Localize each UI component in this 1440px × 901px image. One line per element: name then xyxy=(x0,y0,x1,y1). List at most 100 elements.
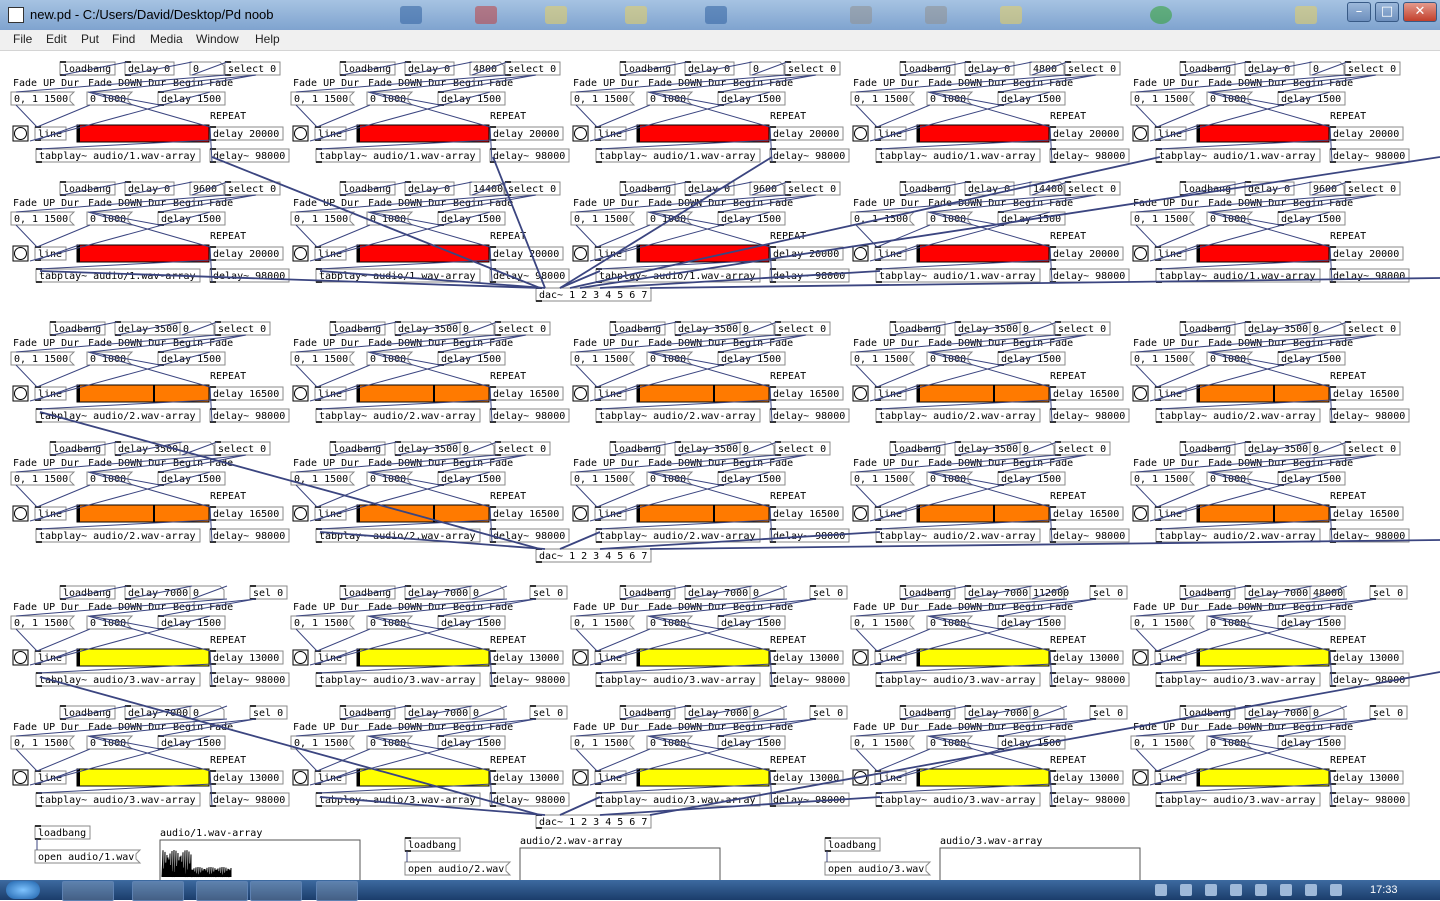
menu-file[interactable]: File xyxy=(13,32,32,46)
bang-button-frame[interactable] xyxy=(572,505,589,522)
bang-button-frame[interactable] xyxy=(1132,769,1149,786)
menu-put[interactable]: Put xyxy=(81,32,99,46)
menu-window[interactable]: Window xyxy=(196,32,239,46)
volume-slider[interactable] xyxy=(916,648,1050,667)
select-object-inlet xyxy=(810,585,816,587)
tray-security-icon[interactable] xyxy=(1255,884,1267,896)
volume-slider[interactable] xyxy=(76,244,210,263)
volume-slider[interactable] xyxy=(636,124,770,143)
background-window-icon xyxy=(545,6,567,24)
select-object: sel 0 xyxy=(1093,708,1123,719)
menu-edit[interactable]: Edit xyxy=(46,32,67,46)
volume-slider[interactable] xyxy=(636,504,770,523)
volume-slider[interactable] xyxy=(916,244,1050,263)
bang-button-frame[interactable] xyxy=(292,125,309,142)
array-graph[interactable] xyxy=(519,847,721,880)
volume-slider[interactable] xyxy=(76,768,210,787)
fade-down-label: Fade DOWN Dur xyxy=(928,458,1006,469)
volume-slider[interactable] xyxy=(76,648,210,667)
volume-slider[interactable] xyxy=(1196,384,1330,403)
tray-power-icon[interactable] xyxy=(1305,884,1317,896)
connection xyxy=(596,364,651,388)
array-graph[interactable] xyxy=(939,847,1141,880)
volume-slider[interactable] xyxy=(636,768,770,787)
bang-button-frame[interactable] xyxy=(572,125,589,142)
connection xyxy=(1135,104,1158,128)
array-name-label: audio/1.wav-array xyxy=(160,828,262,839)
menu-media[interactable]: Media xyxy=(150,32,183,46)
tray-bluetooth-icon[interactable] xyxy=(1180,884,1192,896)
tray-flag-icon[interactable] xyxy=(1230,884,1242,896)
bang-button-frame[interactable] xyxy=(852,125,869,142)
bang-button-frame[interactable] xyxy=(292,769,309,786)
tray-display-icon[interactable] xyxy=(1280,884,1292,896)
patch-canvas[interactable]: loadbangdelay 00select 0Fade UP DurFade … xyxy=(0,51,1440,880)
bang-button-frame[interactable] xyxy=(852,505,869,522)
bang-button-frame[interactable] xyxy=(572,385,589,402)
repeat-label: REPEAT xyxy=(1050,111,1086,122)
volume-slider[interactable] xyxy=(916,384,1050,403)
patch-graph[interactable]: loadbangdelay 00select 0Fade UP DurFade … xyxy=(0,51,1440,880)
volume-slider[interactable] xyxy=(356,124,490,143)
delay98000-object: delay~ 98000 xyxy=(493,411,565,422)
volume-slider[interactable] xyxy=(1196,648,1330,667)
volume-slider[interactable] xyxy=(1196,124,1330,143)
bang-button-frame[interactable] xyxy=(1132,125,1149,142)
bang-button-frame[interactable] xyxy=(12,245,29,262)
volume-slider[interactable] xyxy=(916,124,1050,143)
bang-button-frame[interactable] xyxy=(12,505,29,522)
tray-battery-icon[interactable] xyxy=(1205,884,1217,896)
bang-button-frame[interactable] xyxy=(12,769,29,786)
bang-button-frame[interactable] xyxy=(572,769,589,786)
taskbar-app[interactable] xyxy=(250,881,302,901)
bang-button-frame[interactable] xyxy=(1132,385,1149,402)
tray-network-icon[interactable] xyxy=(1155,884,1167,896)
bang-button-frame[interactable] xyxy=(292,385,309,402)
taskbar-explorer[interactable] xyxy=(62,881,114,901)
volume-slider[interactable] xyxy=(916,768,1050,787)
bang-button-frame[interactable] xyxy=(12,385,29,402)
bang-button-frame[interactable] xyxy=(1132,245,1149,262)
taskbar-browser[interactable] xyxy=(196,881,248,901)
volume-slider[interactable] xyxy=(76,504,210,523)
bang-button-frame[interactable] xyxy=(1132,505,1149,522)
maximize-button[interactable]: □ xyxy=(1375,2,1399,22)
volume-slider[interactable] xyxy=(356,504,490,523)
menu-help[interactable]: Help xyxy=(255,32,280,46)
bang-button-frame[interactable] xyxy=(292,505,309,522)
bang-button-frame[interactable] xyxy=(852,385,869,402)
repeat-delay-object-inlet xyxy=(1330,246,1336,248)
bang-button-frame[interactable] xyxy=(12,125,29,142)
volume-slider[interactable] xyxy=(1196,244,1330,263)
volume-slider[interactable] xyxy=(76,384,210,403)
bang-button-frame[interactable] xyxy=(292,245,309,262)
taskbar-media[interactable] xyxy=(132,881,184,901)
volume-slider[interactable] xyxy=(1196,504,1330,523)
close-button[interactable]: ✕ xyxy=(1403,2,1437,22)
background-window-icon xyxy=(705,6,727,24)
bang-button-frame[interactable] xyxy=(852,649,869,666)
volume-slider[interactable] xyxy=(636,648,770,667)
repeat-label: REPEAT xyxy=(1330,371,1366,382)
volume-slider[interactable] xyxy=(636,384,770,403)
bang-button-frame[interactable] xyxy=(12,649,29,666)
taskbar-pd[interactable] xyxy=(316,881,358,901)
minimize-button[interactable]: – xyxy=(1347,2,1371,22)
bang-button-frame[interactable] xyxy=(852,245,869,262)
volume-slider[interactable] xyxy=(356,648,490,667)
volume-slider[interactable] xyxy=(356,384,490,403)
bang-button-frame[interactable] xyxy=(572,245,589,262)
connection xyxy=(855,484,878,508)
connection xyxy=(876,628,931,652)
tray-volume-icon[interactable] xyxy=(1330,884,1342,896)
loadbang-object-inlet xyxy=(340,585,346,587)
volume-slider[interactable] xyxy=(1196,768,1330,787)
bang-button-frame[interactable] xyxy=(1132,649,1149,666)
taskbar-clock: 17:33 xyxy=(1370,884,1398,896)
volume-slider[interactable] xyxy=(916,504,1050,523)
bang-button-frame[interactable] xyxy=(572,649,589,666)
bang-button-frame[interactable] xyxy=(292,649,309,666)
volume-slider[interactable] xyxy=(76,124,210,143)
menu-find[interactable]: Find xyxy=(112,32,135,46)
start-button[interactable] xyxy=(6,881,40,899)
